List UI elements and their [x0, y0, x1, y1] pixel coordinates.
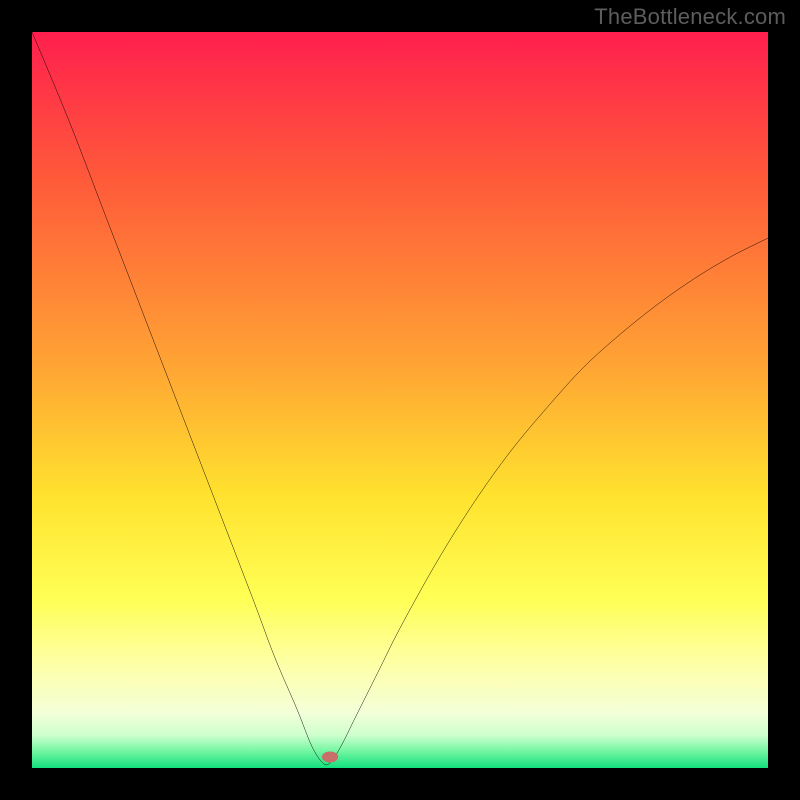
bottleneck-chart [32, 32, 768, 768]
plot-background [32, 32, 768, 768]
optimum-marker [322, 751, 338, 762]
chart-stage: TheBottleneck.com [0, 0, 800, 800]
watermark-text: TheBottleneck.com [594, 4, 786, 30]
